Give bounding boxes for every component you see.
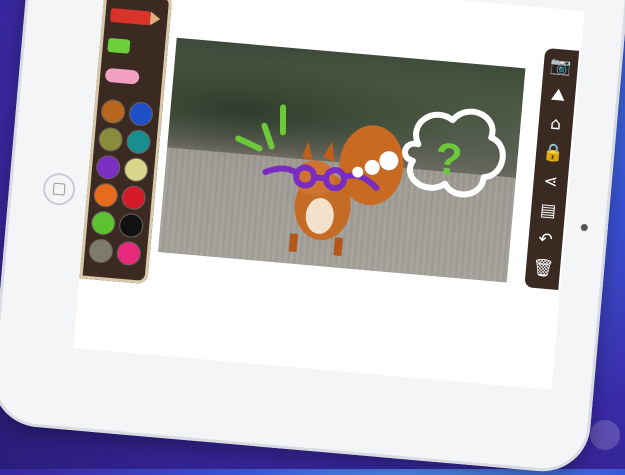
squirrel	[288, 125, 404, 256]
question-mark-doodle: ?	[433, 134, 464, 185]
color-swatch[interactable]	[121, 185, 146, 210]
home-button-icon	[52, 182, 66, 196]
color-swatch[interactable]	[101, 99, 126, 124]
color-swatch[interactable]	[119, 213, 144, 238]
color-swatch[interactable]	[124, 157, 149, 182]
tablet-frame: ? 📷 ⛰ ⌂ 🔒 ⋖ ▤ ↶ 🗑	[0, 0, 625, 475]
color-swatch[interactable]	[129, 102, 153, 126]
photo-canvas[interactable]: ?	[158, 37, 526, 283]
pencil-tool[interactable]	[109, 7, 151, 26]
share-icon[interactable]: ⋖	[539, 170, 563, 194]
surprise-lines-doodle	[235, 104, 287, 152]
color-swatch[interactable]	[93, 183, 118, 208]
page-icon[interactable]: ▤	[536, 199, 560, 223]
color-swatch[interactable]	[91, 211, 116, 236]
home-icon[interactable]: ⌂	[544, 112, 568, 136]
lock-icon[interactable]: 🔒	[541, 141, 565, 165]
color-swatch[interactable]	[116, 241, 141, 266]
pencil-tip-icon	[149, 11, 161, 27]
undo-icon[interactable]: ↶	[534, 228, 558, 252]
image-icon[interactable]: ⛰	[546, 83, 570, 107]
marker-tool[interactable]	[107, 37, 131, 54]
home-button[interactable]	[41, 171, 77, 207]
camera-icon[interactable]: 📷	[549, 54, 573, 78]
trash-icon[interactable]: 🗑	[531, 257, 555, 281]
drawing-screen: ? 📷 ⛰ ⌂ 🔒 ⋖ ▤ ↶ 🗑	[73, 0, 585, 390]
action-toolbar: 📷 ⛰ ⌂ 🔒 ⋖ ▤ ↶ 🗑	[524, 47, 580, 291]
background-bokeh	[590, 420, 620, 450]
brush-tool[interactable]	[104, 67, 140, 85]
color-swatch[interactable]	[126, 129, 151, 154]
color-swatch[interactable]	[88, 239, 113, 263]
color-swatch[interactable]	[96, 155, 121, 180]
doodle-layer: ?	[235, 104, 506, 256]
color-swatch[interactable]	[98, 127, 123, 152]
front-camera	[580, 223, 589, 232]
